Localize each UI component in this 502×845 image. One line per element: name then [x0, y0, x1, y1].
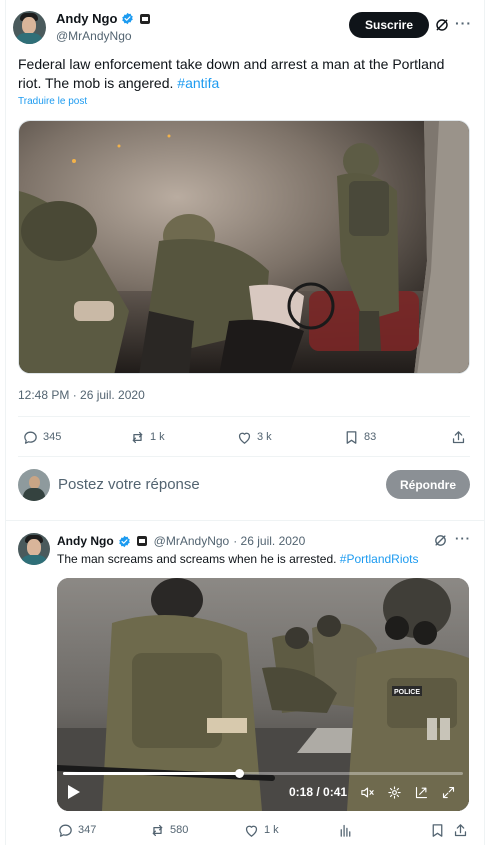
- mute-icon[interactable]: [360, 785, 375, 800]
- like-count: 3 k: [257, 431, 272, 443]
- like-count: 1 k: [264, 824, 279, 836]
- repost-action[interactable]: 1 k: [129, 429, 165, 446]
- reply-count: 345: [43, 431, 62, 443]
- reply-icon: [24, 431, 37, 444]
- bookmark-icon: [346, 430, 357, 444]
- video-scrubber-handle[interactable]: [235, 769, 244, 778]
- second-tweet-date[interactable]: · 26 juil. 2020: [233, 534, 305, 548]
- share-icon: [452, 430, 465, 443]
- play-icon[interactable]: [67, 784, 81, 800]
- repost-icon: [132, 431, 143, 443]
- reply-input[interactable]: Postez votre réponse: [58, 476, 200, 493]
- video-frame: POLICE: [57, 578, 469, 811]
- repost-count: 580: [170, 824, 189, 836]
- tweet-separator: [5, 520, 485, 521]
- share-icon: [454, 823, 467, 836]
- tweet-video-player[interactable]: POLICE 0:18 / 0:41: [57, 578, 469, 811]
- police-patch-text: POLICE: [394, 689, 420, 696]
- translate-post-link[interactable]: Traduire le post: [18, 96, 87, 107]
- second-author-avatar[interactable]: [18, 533, 50, 565]
- author-name-row: Andy Ngo: [56, 11, 151, 26]
- like-action[interactable]: 1 k: [243, 822, 279, 839]
- heart-icon: [238, 432, 251, 444]
- views-action[interactable]: [337, 822, 354, 839]
- share-action[interactable]: [450, 429, 467, 446]
- tweet-timestamp[interactable]: 12:48 PM · 26 juil. 2020: [18, 388, 145, 402]
- author-avatar[interactable]: [13, 11, 46, 44]
- reply-icon: [59, 824, 72, 837]
- hashtag-link[interactable]: #antifa: [177, 75, 219, 91]
- repost-icon: [152, 824, 163, 836]
- fullscreen-icon[interactable]: [441, 785, 456, 800]
- author-name[interactable]: Andy Ngo: [56, 11, 117, 26]
- share-action[interactable]: [452, 822, 469, 839]
- views-chart-icon: [340, 824, 351, 837]
- reply-button[interactable]: Répondre: [386, 470, 470, 499]
- bookmark-action[interactable]: [429, 822, 446, 839]
- repost-action[interactable]: 580: [149, 822, 188, 839]
- second-author-row: Andy Ngo @MrAndyNgo · 26 juil. 2020: [57, 534, 305, 548]
- reply-action[interactable]: 347: [57, 822, 96, 839]
- reply-count: 347: [78, 824, 97, 836]
- video-progress-fill: [63, 772, 239, 775]
- tweet-body: Federal law enforcement take down and ar…: [18, 56, 445, 91]
- picture-in-picture-icon[interactable]: [414, 785, 429, 800]
- current-user-avatar[interactable]: [18, 469, 50, 501]
- reply-action[interactable]: 345: [22, 429, 61, 446]
- arrest-photo: [19, 121, 469, 373]
- settings-gear-icon[interactable]: [387, 785, 402, 800]
- subscribe-button[interactable]: Suscrire: [349, 12, 429, 38]
- video-time: 0:18 / 0:41: [289, 785, 348, 799]
- heart-icon: [245, 825, 258, 837]
- second-author-name[interactable]: Andy Ngo: [57, 534, 114, 548]
- verified-badge-icon: [122, 12, 134, 25]
- tweet-media-image[interactable]: [18, 120, 470, 374]
- grok-icon[interactable]: [434, 17, 450, 33]
- second-tweet-actions: 347 580 1 k: [57, 821, 469, 839]
- second-tweet-text: The man screams and screams when he is a…: [57, 552, 419, 566]
- affiliation-badge-icon: [136, 536, 147, 546]
- hashtag-link[interactable]: #PortlandRiots: [340, 552, 419, 566]
- bookmark-action[interactable]: 83: [343, 429, 376, 446]
- verified-badge-icon: [118, 535, 130, 547]
- more-options-icon[interactable]: ···: [455, 15, 472, 31]
- bookmark-icon: [432, 823, 443, 837]
- video-progress-bar[interactable]: [63, 769, 463, 778]
- repost-count: 1 k: [150, 431, 165, 443]
- grok-icon[interactable]: [433, 533, 448, 548]
- main-tweet-header: Andy Ngo @MrAndyNgo Suscrire ···: [13, 9, 473, 45]
- author-handle[interactable]: @MrAndyNgo: [56, 29, 132, 43]
- second-author-handle[interactable]: @MrAndyNgo: [154, 534, 230, 548]
- second-tweet-body: The man screams and screams when he is a…: [57, 552, 337, 566]
- like-action[interactable]: 3 k: [236, 429, 272, 446]
- more-options-icon[interactable]: ···: [455, 531, 471, 546]
- affiliation-badge-icon: [140, 13, 151, 24]
- divider-bottom: [18, 456, 470, 457]
- tweet-text: Federal law enforcement take down and ar…: [18, 55, 458, 93]
- bookmark-count: 83: [364, 431, 377, 443]
- divider-top: [18, 416, 470, 417]
- main-tweet-actions: 345 1 k 3 k 83: [18, 428, 470, 446]
